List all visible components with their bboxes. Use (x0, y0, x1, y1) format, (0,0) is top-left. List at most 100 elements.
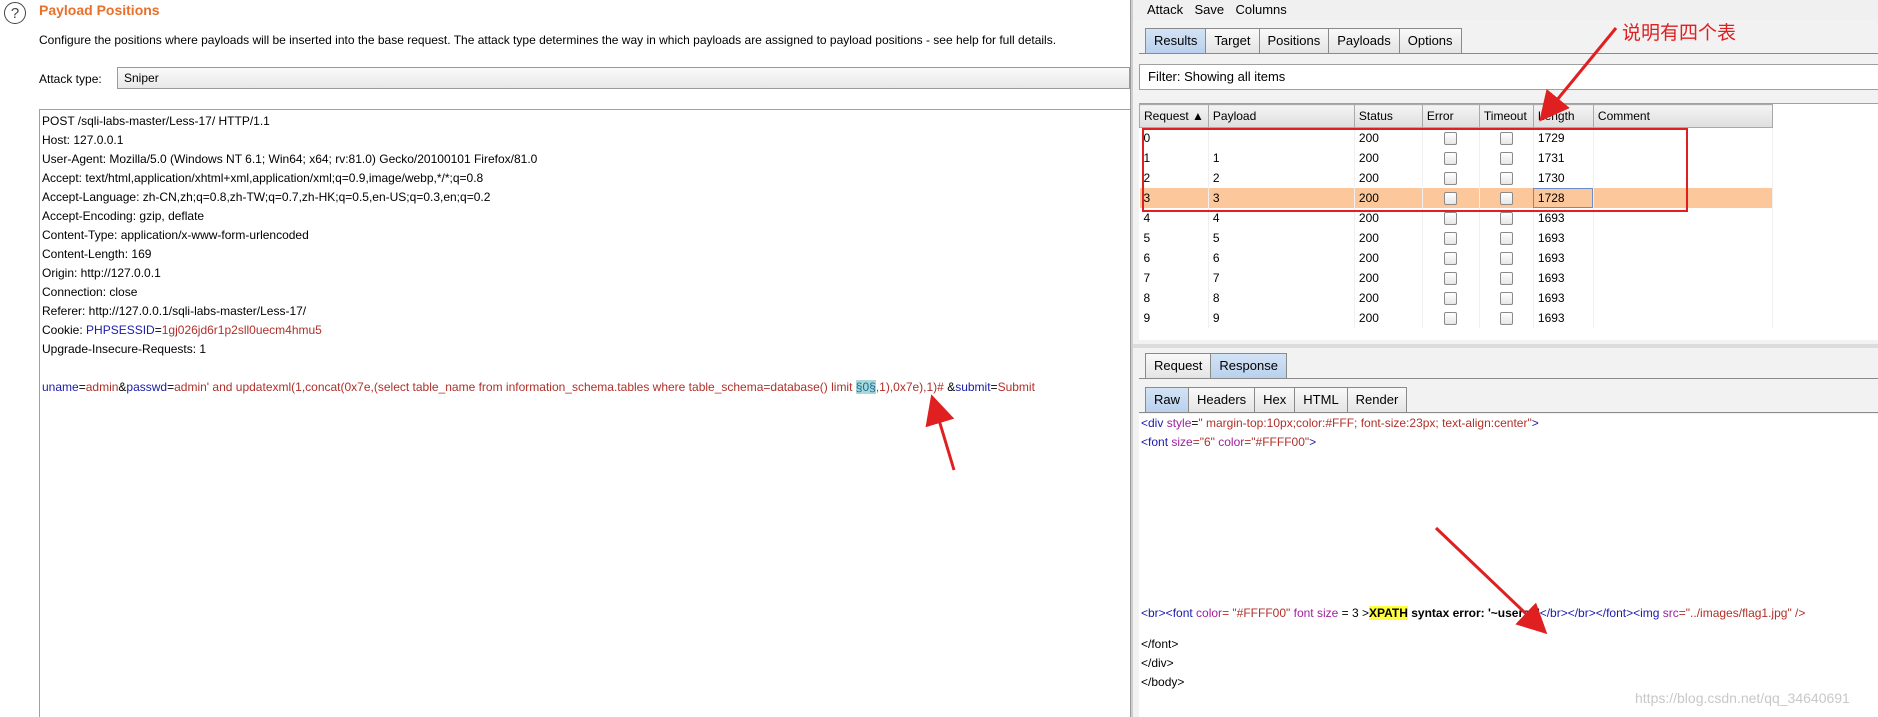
cell-error (1422, 268, 1480, 288)
cell-payload: 2 (1208, 168, 1355, 188)
view-tabs-underline (1139, 412, 1878, 413)
pane-splitter[interactable] (1133, 344, 1878, 348)
cell-status: 200 (1354, 308, 1423, 328)
table-row[interactable]: 2 2 200 1730 (1139, 168, 1773, 188)
intruder-attack-window: Attack Save Columns Results Target Positio… (1133, 0, 1878, 717)
checkbox-icon (1444, 132, 1458, 146)
error-message: syntax error: '~users~' (1407, 606, 1540, 620)
request-editor[interactable]: POST /sqli-labs-master/Less-17/ HTTP/1.1… (39, 109, 1130, 717)
table-row[interactable]: 6 6 200 1693 (1139, 248, 1773, 268)
table-row[interactable]: 1 1 200 1731 (1139, 148, 1773, 168)
cell-comment (1593, 228, 1773, 248)
tabs-underline (1139, 53, 1878, 54)
table-row[interactable]: 9 9 200 1693 (1139, 308, 1773, 328)
filter-bar[interactable]: Filter: Showing all items (1139, 64, 1878, 90)
attack-type-select[interactable]: Sniper (117, 67, 1130, 89)
cell-status: 200 (1354, 268, 1423, 288)
checkbox-icon (1444, 232, 1458, 246)
column-payload[interactable]: Payload (1207, 104, 1355, 128)
payload-marker[interactable]: §0§ (855, 380, 876, 394)
tab-target[interactable]: Target (1205, 28, 1260, 53)
cell-payload: 5 (1208, 228, 1355, 248)
request-line: POST /sqli-labs-master/Less-17/ HTTP/1.1 (42, 114, 270, 128)
column-error[interactable]: Error (1421, 104, 1480, 128)
column-comment[interactable]: Comment (1592, 104, 1773, 128)
checkbox-icon (1499, 212, 1513, 226)
table-row[interactable]: 8 8 200 1693 (1139, 288, 1773, 308)
checkbox-icon (1499, 172, 1513, 186)
tab-positions[interactable]: Positions (1258, 28, 1330, 53)
checkbox-icon (1444, 312, 1458, 326)
cell-status: 200 (1354, 148, 1423, 168)
cell-length: 1693 (1533, 308, 1594, 328)
request-line: Origin: http://127.0.0.1 (42, 266, 161, 280)
cell-status: 200 (1354, 288, 1423, 308)
tab-hex[interactable]: Hex (1254, 387, 1296, 412)
cell-request: 4 (1139, 208, 1209, 228)
column-status[interactable]: Status (1353, 104, 1423, 128)
request-line-cookie: Cookie: PHPSESSID=1gj026jd6r1p2sll0uecm4… (42, 323, 322, 337)
cell-timeout (1479, 188, 1534, 208)
request-line: Connection: close (42, 285, 138, 299)
tab-raw[interactable]: Raw (1145, 387, 1190, 412)
cell-error (1422, 228, 1480, 248)
results-table-container[interactable]: Request ▲ Payload Status Error Timeout L… (1139, 103, 1878, 340)
tab-request[interactable]: Request (1145, 353, 1212, 378)
cell-status: 200 (1354, 188, 1423, 208)
menu-attack[interactable]: Attack (1147, 0, 1183, 20)
tab-response[interactable]: Response (1210, 353, 1287, 378)
cell-length: 1693 (1533, 228, 1594, 248)
cell-request: 2 (1139, 168, 1209, 188)
checkbox-icon (1499, 152, 1513, 166)
tab-render[interactable]: Render (1346, 387, 1408, 412)
request-line: Host: 127.0.0.1 (42, 133, 124, 147)
payload-positions-panel: ? Payload Positions Configure the positi… (0, 0, 1130, 717)
cell-comment (1593, 288, 1773, 308)
section-description: Configure the positions where payloads w… (39, 33, 1057, 47)
menu-columns[interactable]: Columns (1235, 0, 1286, 20)
table-row[interactable]: 4 4 200 1693 (1139, 208, 1773, 228)
menu-bar: Attack Save Columns (1133, 0, 1878, 20)
checkbox-icon (1444, 252, 1458, 266)
tab-payloads[interactable]: Payloads (1328, 28, 1400, 53)
cell-timeout (1479, 228, 1534, 248)
table-row[interactable]: 7 7 200 1693 (1139, 268, 1773, 288)
request-line: Referer: http://127.0.0.1/sqli-labs-mast… (42, 304, 307, 318)
request-line: Accept: text/html,application/xhtml+xml,… (42, 171, 484, 185)
cell-timeout (1479, 288, 1534, 308)
tab-html[interactable]: HTML (1294, 387, 1348, 412)
checkbox-icon (1499, 272, 1513, 286)
menu-save[interactable]: Save (1194, 0, 1224, 20)
tab-options[interactable]: Options (1398, 28, 1462, 53)
view-tabs: Raw Headers Hex HTML Render (1145, 387, 1408, 412)
column-length[interactable]: Length (1532, 104, 1594, 128)
cell-comment (1593, 308, 1773, 328)
table-row[interactable]: 0 200 1729 (1139, 127, 1773, 148)
cell-payload: 9 (1208, 308, 1355, 328)
cell-error (1422, 168, 1480, 188)
response-viewer[interactable]: <div style=" margin-top:10px;color:#FFF;… (1139, 414, 1878, 717)
tab-results[interactable]: Results (1145, 28, 1207, 53)
column-timeout[interactable]: Timeout (1478, 104, 1534, 128)
column-request[interactable]: Request ▲ (1139, 104, 1209, 128)
table-row[interactable]: 5 5 200 1693 (1139, 228, 1773, 248)
cell-comment (1593, 208, 1773, 228)
cell-comment (1593, 148, 1773, 168)
request-line-blank (42, 359, 1128, 378)
checkbox-icon (1444, 272, 1458, 286)
tab-headers[interactable]: Headers (1188, 387, 1256, 412)
cell-length: 1693 (1533, 268, 1594, 288)
cell-comment (1593, 127, 1773, 148)
help-icon[interactable]: ? (4, 2, 26, 24)
cell-status: 200 (1354, 248, 1423, 268)
checkbox-icon (1499, 232, 1513, 246)
checkbox-icon (1499, 292, 1513, 306)
request-response-tabs: Request Response (1145, 353, 1287, 378)
xpath-highlight: XPATH (1369, 606, 1408, 620)
cell-error (1422, 248, 1480, 268)
cell-status: 200 (1354, 208, 1423, 228)
checkbox-icon (1444, 172, 1458, 186)
cell-timeout (1479, 168, 1534, 188)
request-line: Content-Type: application/x-www-form-url… (42, 228, 309, 242)
table-row[interactable]: 3 3 200 1728 (1139, 188, 1773, 208)
